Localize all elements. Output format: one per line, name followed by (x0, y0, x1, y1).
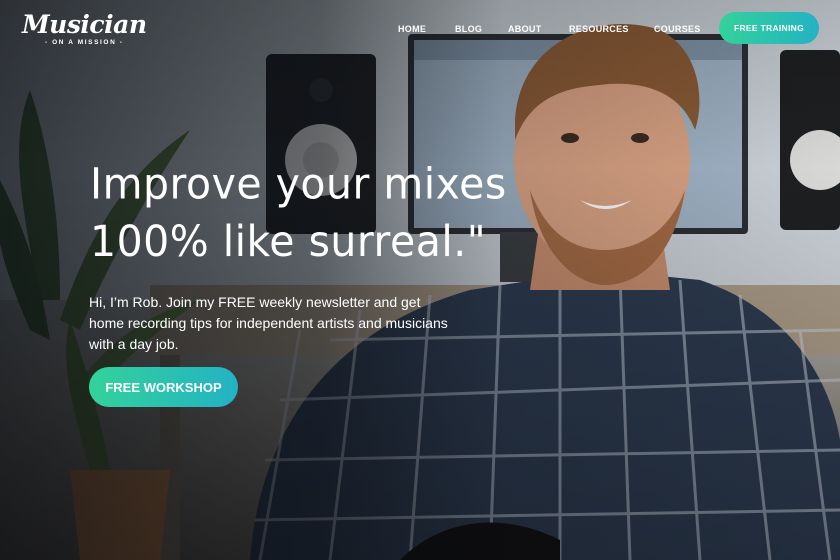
nav-item-courses[interactable]: COURSES (654, 24, 701, 34)
main-navigation: HOME BLOG ABOUT RESOURCES COURSES (0, 24, 840, 36)
nav-item-about[interactable]: ABOUT (508, 24, 542, 34)
hero-section: Musician - ON A MISSION - HOME BLOG ABOU… (0, 0, 840, 560)
nav-item-home[interactable]: HOME (398, 24, 426, 34)
hero-headline: Improve your mixes 100% like surreal." (90, 155, 507, 271)
free-workshop-button[interactable]: FREE WORKSHOP (89, 367, 238, 407)
hero-headline-line-2: 100% like surreal." (90, 216, 487, 267)
hero-headline-line-1: Improve your mixes (90, 158, 507, 209)
hero-vignette-overlay (0, 0, 840, 560)
nav-item-blog[interactable]: BLOG (455, 24, 482, 34)
nav-item-resources[interactable]: RESOURCES (569, 24, 629, 34)
logo-tagline: - ON A MISSION - (44, 39, 124, 46)
free-training-button[interactable]: FREE TRAINING (719, 12, 819, 44)
hero-subtext: Hi, I’m Rob. Join my FREE weekly newslet… (89, 294, 448, 352)
